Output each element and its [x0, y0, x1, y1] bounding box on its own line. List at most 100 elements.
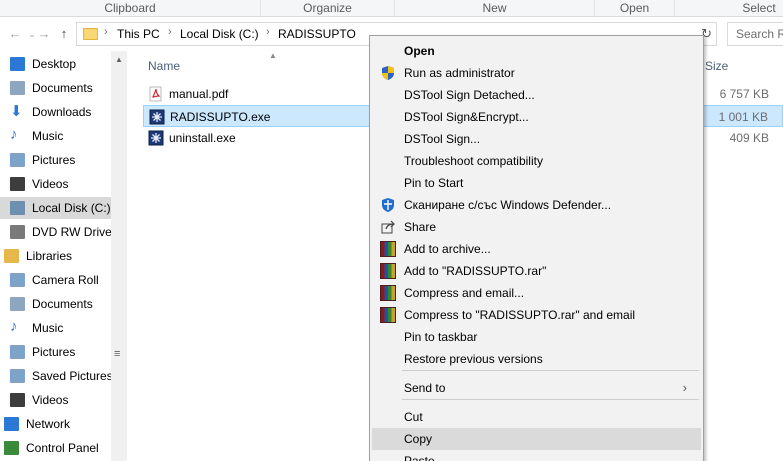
menu-item-share[interactable]: Share	[372, 216, 701, 238]
menu-item-troubleshoot-compatibility[interactable]: Troubleshoot compatibility	[372, 150, 701, 172]
ribbon-group-clipboard: Clipboard	[0, 0, 261, 17]
control-panel-icon	[4, 441, 19, 455]
ribbon-group-select: Select	[742, 1, 776, 15]
menu-item-label: Cut	[404, 410, 423, 424]
menu-item-label: Compress and email...	[404, 286, 525, 300]
winrar-icon	[380, 241, 396, 257]
share-icon	[380, 219, 396, 235]
breadcrumb-radissupto[interactable]: RADISSUPTO	[278, 27, 356, 41]
menu-item-compress-and-email[interactable]: Compress and email...	[372, 282, 701, 304]
sidebar-item-libraries[interactable]: Libraries	[0, 245, 112, 267]
winrar-icon	[380, 263, 396, 279]
sidebar-item-pictures[interactable]: Pictures	[0, 149, 112, 171]
menu-item-label: Paste	[404, 454, 435, 461]
navigation-pane: Desktop Documents ⬇ Downloads ♪ Music Pictures…	[0, 51, 127, 461]
menu-item-add-to-radissupto-rar[interactable]: Add to "RADISSUPTO.rar"	[372, 260, 701, 282]
file-size: 6 757 KB	[719, 87, 769, 101]
menu-item-label: Share	[404, 220, 437, 234]
breadcrumb-this-pc[interactable]: This PC	[117, 27, 160, 41]
sidebar-item-music[interactable]: ♪ Music	[0, 125, 112, 147]
sidebar-item-dvd-rw-drive[interactable]: DVD RW Drive	[0, 221, 112, 243]
menu-item-dstool-sign-detached[interactable]: DSTool Sign Detached...	[372, 84, 701, 106]
arrow-up-icon[interactable]: ↑	[55, 25, 73, 43]
menu-item-pin-to-taskbar[interactable]: Pin to taskbar	[372, 326, 701, 348]
file-name: uninstall.exe	[169, 131, 236, 145]
sidebar-item-music[interactable]: ♪ Music	[0, 317, 112, 339]
sidebar-item-label: Documents	[32, 297, 93, 311]
menu-item-send-to[interactable]: Send to ›	[372, 377, 701, 399]
menu-item-run-as-administrator[interactable]: Run as administrator	[372, 62, 701, 84]
sidebar-item-label: Music	[32, 321, 64, 335]
menu-item-label: Compress to "RADISSUPTO.rar" and email	[404, 308, 636, 322]
winrar-icon	[380, 285, 396, 301]
menu-item-compress-to-radissupto-rar-and-email[interactable]: Compress to "RADISSUPTO.rar" and email	[372, 304, 701, 326]
arrow-left-icon[interactable]: ←	[6, 25, 24, 43]
scrollbar-thumb[interactable]	[111, 51, 127, 461]
menu-item-cut[interactable]: Cut	[372, 406, 701, 428]
sidebar-item-label: Videos	[32, 393, 69, 407]
documents-icon	[10, 297, 25, 311]
search-input[interactable]: Search RA	[727, 22, 783, 46]
breadcrumb-local-disk[interactable]: Local Disk (C:)	[180, 27, 259, 41]
menu-item-dstool-sign[interactable]: DSTool Sign...	[372, 128, 701, 150]
folder-icon	[83, 28, 98, 40]
menu-item-label: Send to	[404, 381, 446, 395]
music-icon: ♪	[10, 126, 18, 143]
file-name: RADISSUPTO.exe	[170, 110, 271, 124]
menu-item-label: DSTool Sign Detached...	[404, 88, 535, 102]
sidebar-item-label: Videos	[32, 177, 69, 191]
sort-ascending-icon: ▲	[269, 51, 277, 60]
documents-icon	[10, 81, 25, 95]
menu-item-paste[interactable]: Paste	[372, 450, 701, 461]
network-icon	[4, 417, 19, 431]
arrow-right-icon[interactable]: →	[35, 25, 53, 43]
menu-item-label: Add to "RADISSUPTO.rar"	[404, 264, 547, 278]
sidebar-item-local-disk-c[interactable]: Local Disk (C:)	[0, 197, 112, 219]
menu-item-open[interactable]: Open	[372, 40, 701, 62]
music-icon: ♪	[10, 318, 18, 335]
menu-item-label: Pin to Start	[404, 176, 464, 190]
sidebar-item-saved-pictures[interactable]: Saved Pictures	[0, 365, 113, 387]
file-size: 1 001 KB	[718, 110, 768, 124]
scroll-up-arrow-icon[interactable]: ▲	[115, 55, 123, 64]
sidebar-item-camera-roll[interactable]: Camera Roll	[0, 269, 112, 291]
menu-item-label: Open	[404, 44, 435, 58]
winrar-icon	[380, 307, 396, 323]
ribbon-group-organize: Organize	[261, 0, 395, 17]
sidebar-item-label: Local Disk (C:)	[32, 201, 111, 215]
chevron-right-icon[interactable]: ›	[266, 26, 270, 38]
sidebar-item-label: Control Panel	[26, 441, 99, 455]
sidebar-item-label: Music	[32, 129, 64, 143]
chevron-right-icon: ›	[682, 380, 687, 395]
chevron-right-icon[interactable]: ›	[168, 26, 172, 38]
sidebar-item-pictures[interactable]: Pictures	[0, 341, 112, 363]
sidebar-item-documents[interactable]: Documents	[0, 293, 112, 315]
nav-pane-scrollbar[interactable]: ▲ ≡	[111, 51, 127, 461]
menu-item-dstool-sign-encrypt[interactable]: DSTool Sign&Encrypt...	[372, 106, 701, 128]
menu-item-label: Copy	[404, 432, 433, 446]
menu-item-restore-previous-versions[interactable]: Restore previous versions	[372, 348, 701, 370]
sidebar-item-desktop[interactable]: Desktop	[0, 53, 112, 75]
menu-item-windows-defender[interactable]: Сканиране с/със Windows Defender...	[372, 194, 701, 216]
sidebar-item-videos[interactable]: Videos	[0, 389, 112, 411]
file-name: manual.pdf	[169, 87, 229, 101]
menu-item-label: Restore previous versions	[404, 352, 543, 366]
exe-icon	[148, 130, 164, 146]
scrollbar-grip-icon: ≡	[114, 348, 121, 360]
sidebar-item-documents[interactable]: Documents	[0, 77, 112, 99]
sidebar-item-downloads[interactable]: ⬇ Downloads	[0, 101, 112, 123]
menu-item-add-to-archive[interactable]: Add to archive...	[372, 238, 701, 260]
sidebar-item-control-panel[interactable]: Control Panel	[0, 437, 112, 459]
sidebar-item-label: DVD RW Drive	[32, 225, 112, 239]
column-header-name[interactable]: Name	[148, 59, 180, 73]
saved-pictures-icon	[10, 369, 25, 383]
menu-item-copy[interactable]: Copy	[372, 428, 701, 450]
sidebar-item-videos[interactable]: Videos	[0, 173, 112, 195]
menu-item-label: Run as administrator	[404, 66, 515, 80]
sidebar-item-network[interactable]: Network	[0, 413, 112, 435]
exe-icon	[149, 109, 165, 125]
column-header-size[interactable]: Size	[705, 59, 728, 73]
menu-item-label: Add to archive...	[404, 242, 491, 256]
videos-icon	[10, 393, 25, 407]
menu-item-pin-to-start[interactable]: Pin to Start	[372, 172, 701, 194]
